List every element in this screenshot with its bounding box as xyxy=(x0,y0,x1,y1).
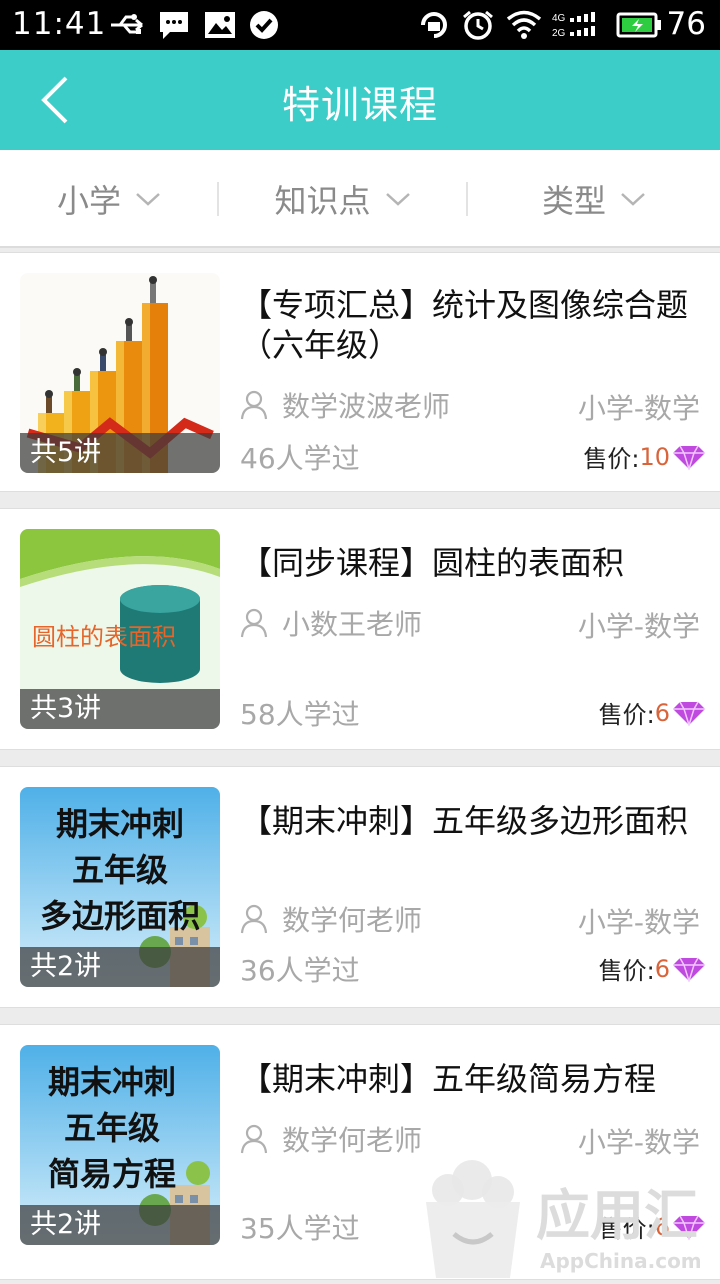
teacher-name: 数学何老师 xyxy=(282,904,423,937)
appchina-logo-icon: 应用汇 AppChina.com xyxy=(426,1160,702,1278)
course-price: 售价: 6 xyxy=(599,951,706,986)
course-card[interactable]: 圆柱的表面积 共3讲 【同步课程】圆柱的表面积 小数王老师 小学-数学 58人学… xyxy=(0,508,720,750)
filter-topic-dropdown[interactable]: 知识点 xyxy=(219,150,466,248)
usb-icon xyxy=(111,14,143,34)
course-thumbnail: 期末冲刺 五年级 多边形面积 共2讲 xyxy=(20,787,220,987)
thumbnail-line: 期末冲刺 xyxy=(48,1063,176,1101)
course-thumbnail: 期末冲刺 五年级 简易方程 共2讲 xyxy=(20,1045,220,1245)
price-value: 10 xyxy=(639,442,670,471)
svg-text:2G: 2G xyxy=(552,28,566,39)
teacher-name: 数学波波老师 xyxy=(282,390,451,423)
course-card[interactable]: 期末冲刺 五年级 多边形面积 共2讲 【期末冲刺】五年级多边形面积 数学何老师 … xyxy=(0,766,720,1008)
chevron-down-icon xyxy=(385,193,410,206)
svg-text:4G: 4G xyxy=(552,13,566,24)
price-value: 6 xyxy=(654,698,670,727)
learner-count: 35人学过 xyxy=(240,1212,360,1245)
filter-type-label: 类型 xyxy=(541,182,606,220)
diamond-icon xyxy=(673,701,705,726)
course-subject: 小学-数学 xyxy=(577,906,700,939)
thumbnail-line: 多边形面积 xyxy=(40,897,200,935)
wifi-icon xyxy=(506,10,542,39)
learner-count: 36人学过 xyxy=(240,954,360,987)
lesson-count: 共5讲 xyxy=(20,433,220,473)
course-teacher: 数学何老师 xyxy=(240,1119,422,1159)
filter-bar: 小学 知识点 类型 xyxy=(0,150,720,248)
thumbnail-line: 简易方程 xyxy=(48,1155,176,1193)
user-icon xyxy=(240,390,268,420)
teacher-name: 小数王老师 xyxy=(282,608,423,641)
alarm-icon xyxy=(463,10,493,40)
user-icon xyxy=(240,904,268,934)
course-thumbnail: 共5讲 xyxy=(20,273,220,473)
filter-topic-label: 知识点 xyxy=(274,182,371,220)
learner-count: 46人学过 xyxy=(240,442,360,475)
course-title: 【同步课程】圆柱的表面积 xyxy=(240,544,625,582)
diamond-icon xyxy=(673,957,705,982)
thumbnail-caption: 圆柱的表面积 xyxy=(32,623,176,651)
price-label: 售价: xyxy=(583,445,640,473)
course-teacher: 数学何老师 xyxy=(240,899,422,939)
status-bar: 11:41 4G 2G 76 xyxy=(0,0,720,50)
course-teacher: 小数王老师 xyxy=(240,603,422,643)
filter-grade-label: 小学 xyxy=(56,182,121,220)
price-value: 6 xyxy=(654,954,670,983)
lesson-count: 共3讲 xyxy=(20,689,220,729)
appchina-watermark: 应用汇 AppChina.com xyxy=(418,1150,720,1280)
user-icon xyxy=(240,1124,268,1154)
course-thumbnail: 圆柱的表面积 共3讲 xyxy=(20,529,220,729)
course-subject: 小学-数学 xyxy=(577,392,700,425)
course-price: 售价: 10 xyxy=(583,439,706,474)
image-icon xyxy=(205,12,235,38)
diamond-icon xyxy=(673,445,705,470)
status-time: 11:41 xyxy=(12,6,107,42)
lesson-count: 共2讲 xyxy=(20,1205,220,1245)
page-title: 特训课程 xyxy=(281,83,438,127)
thumbnail-line: 五年级 xyxy=(64,1109,160,1147)
app-header: 特训课程 xyxy=(0,50,720,150)
price-label: 售价: xyxy=(598,957,655,985)
message-icon xyxy=(160,12,188,39)
battery-percent: 76 xyxy=(666,6,706,42)
course-price: 售价: 6 xyxy=(599,695,706,730)
rotate-lock-icon xyxy=(421,12,447,38)
check-circle-icon xyxy=(250,11,278,39)
chevron-down-icon xyxy=(621,193,645,206)
learner-count: 58人学过 xyxy=(240,698,360,731)
course-card[interactable]: 共5讲 【专项汇总】统计及图像综合题（六年级） 数学波波老师 小学-数学 46人… xyxy=(0,252,720,492)
course-teacher: 数学波波老师 xyxy=(240,385,450,425)
thumbnail-line: 期末冲刺 xyxy=(56,805,184,843)
teacher-name: 数学何老师 xyxy=(282,1124,423,1157)
course-title: 【期末冲刺】五年级简易方程 xyxy=(240,1060,657,1098)
course-title: 【专项汇总】统计及图像综合题（六年级） xyxy=(240,286,689,364)
price-label: 售价: xyxy=(598,701,655,729)
course-subject: 小学-数学 xyxy=(577,610,700,643)
watermark-domain: AppChina.com xyxy=(540,1249,702,1273)
battery-icon xyxy=(616,12,661,38)
course-title: 【期末冲刺】五年级多边形面积 xyxy=(240,802,689,840)
thumbnail-line: 五年级 xyxy=(72,851,168,889)
signal-icon: 4G 2G xyxy=(552,12,595,39)
watermark-brand: 应用汇 xyxy=(536,1184,698,1247)
user-icon xyxy=(240,608,268,638)
filter-grade-dropdown[interactable]: 小学 xyxy=(0,150,218,248)
filter-type-dropdown[interactable]: 类型 xyxy=(468,150,720,248)
chevron-down-icon xyxy=(136,193,160,206)
lesson-count: 共2讲 xyxy=(20,947,220,987)
